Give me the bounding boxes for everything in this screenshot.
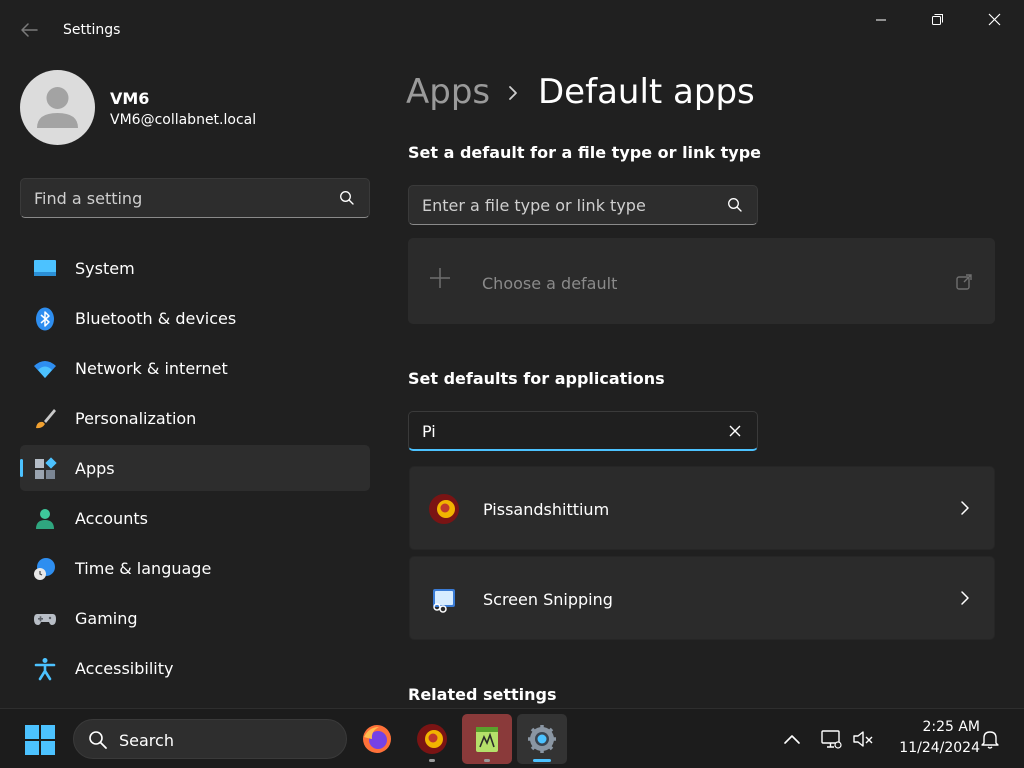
choose-default-card: Choose a default [408, 238, 995, 324]
network-icon[interactable] [820, 728, 842, 750]
settings-gear-icon [528, 725, 556, 753]
person-icon [36, 509, 54, 529]
choose-default-label: Choose a default [482, 274, 618, 293]
sidebar-item-label: Gaming [75, 609, 138, 628]
user-name: VM6 [110, 89, 150, 108]
apps-icon [35, 457, 57, 479]
related-settings-heading: Related settings [408, 685, 557, 704]
app-result-pissandshittium[interactable]: Pissandshittium [409, 466, 995, 550]
taskbar: Search 2:25 AM 11/24/2024 [0, 708, 1024, 768]
browser-app-icon [429, 494, 459, 524]
clock-time[interactable]: 2:25 AM [900, 719, 980, 735]
sidebar-item-label: Network & internet [75, 359, 228, 378]
snipping-tool-icon [433, 589, 455, 613]
close-icon [988, 13, 1001, 26]
sidebar-item-apps[interactable]: Apps [20, 445, 370, 491]
active-indicator [533, 759, 551, 762]
user-email: VM6@collabnet.local [110, 112, 257, 128]
user-silhouette-icon [37, 87, 78, 128]
gamepad-icon [34, 614, 56, 625]
taskbar-search-label: Search [119, 731, 174, 750]
sidebar-item-accounts[interactable]: Accounts [20, 495, 370, 541]
taskbar-app-firefox[interactable] [352, 714, 402, 764]
chevron-up-icon[interactable] [781, 728, 803, 750]
app-result-label: Screen Snipping [483, 590, 613, 609]
file-type-search-input[interactable] [422, 194, 712, 216]
sidebar-item-time-language[interactable]: Time & language [20, 545, 370, 591]
maximize-button[interactable] [914, 8, 960, 32]
sidebar-item-personalization[interactable]: Personalization [20, 395, 370, 441]
title-bar: Settings [0, 0, 1024, 60]
clock-date[interactable]: 11/24/2024 [880, 740, 980, 756]
find-setting-box[interactable] [20, 178, 370, 218]
firefox-icon [363, 725, 391, 753]
minimize-icon [876, 19, 886, 21]
sidebar-item-gaming[interactable]: Gaming [20, 595, 370, 641]
notification-bell-icon[interactable] [979, 728, 1001, 750]
search-icon[interactable] [339, 190, 355, 206]
back-arrow-icon [21, 23, 38, 37]
avatar[interactable] [20, 70, 95, 145]
taskbar-app-notepad[interactable] [462, 714, 512, 764]
search-icon[interactable] [727, 197, 743, 213]
globe-clock-icon [34, 558, 55, 580]
sidebar-item-label: Accounts [75, 509, 148, 528]
restore-icon [932, 14, 943, 25]
browser-app-icon [417, 724, 447, 754]
clear-icon[interactable] [727, 423, 743, 439]
open-external-icon [956, 274, 972, 290]
windows-logo-icon [25, 725, 55, 755]
sidebar-item-network[interactable]: Network & internet [20, 345, 370, 391]
chevron-right-icon [961, 501, 969, 515]
applications-search-input[interactable] [422, 420, 712, 442]
close-button[interactable] [971, 8, 1017, 32]
bluetooth-icon [36, 307, 54, 331]
file-type-search-box[interactable] [408, 185, 758, 225]
applications-heading: Set defaults for applications [408, 369, 665, 388]
sidebar-item-label: System [75, 259, 135, 278]
sidebar-item-system[interactable]: System [20, 245, 370, 291]
back-button[interactable] [18, 20, 42, 40]
breadcrumb-apps[interactable]: Apps [406, 72, 490, 112]
search-icon [89, 731, 107, 749]
volume-muted-icon[interactable] [852, 728, 874, 750]
sidebar-item-bluetooth[interactable]: Bluetooth & devices [20, 295, 370, 341]
sidebar-item-label: Accessibility [75, 659, 174, 678]
find-setting-input[interactable] [34, 187, 324, 209]
start-button[interactable] [22, 722, 58, 758]
plus-icon [430, 268, 450, 288]
sidebar-item-label: Time & language [75, 559, 212, 578]
paintbrush-icon [36, 409, 56, 429]
chevron-right-icon [961, 591, 969, 605]
taskbar-search[interactable]: Search [73, 719, 347, 759]
sidebar-item-label: Bluetooth & devices [75, 309, 237, 328]
chevron-right-icon [509, 86, 517, 100]
page-title: Default apps [538, 72, 755, 112]
app-title: Settings [63, 22, 121, 38]
running-indicator [484, 759, 490, 762]
accessibility-icon [34, 658, 56, 681]
notepad-app-icon [476, 727, 498, 752]
taskbar-app-settings[interactable] [517, 714, 567, 764]
sidebar-item-accessibility[interactable]: Accessibility [20, 645, 370, 691]
taskbar-app-browser[interactable] [407, 714, 457, 764]
app-result-screen-snipping[interactable]: Screen Snipping [409, 556, 995, 640]
running-indicator [429, 759, 435, 762]
sidebar-item-label: Apps [75, 459, 115, 478]
sidebar-item-label: Personalization [75, 409, 197, 428]
wifi-icon [34, 361, 56, 378]
minimize-button[interactable] [858, 8, 904, 32]
applications-search-box[interactable] [408, 411, 758, 451]
sidebar-nav: System Bluetooth & devices Network & int… [20, 245, 370, 695]
file-type-heading: Set a default for a file type or link ty… [408, 143, 762, 162]
app-result-label: Pissandshittium [483, 500, 610, 519]
monitor-icon [34, 260, 56, 276]
